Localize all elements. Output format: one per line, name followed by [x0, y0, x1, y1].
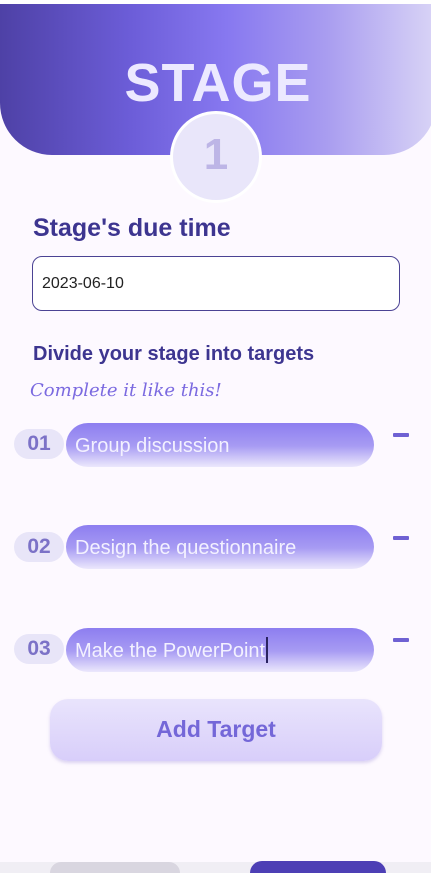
- target-input-text-wrap: Make the PowerPoint: [75, 636, 269, 663]
- stage-screen: STAGE 1 Stage's due time 2023-06-10 Divi…: [0, 0, 436, 873]
- minus-icon[interactable]: [393, 536, 409, 540]
- target-input[interactable]: Group discussion: [66, 423, 374, 467]
- minus-icon[interactable]: [393, 638, 409, 642]
- screen-edge: [431, 4, 436, 873]
- page-title: STAGE: [124, 53, 312, 113]
- target-number-badge: 03: [14, 634, 64, 664]
- target-number-badge: 02: [14, 532, 64, 562]
- due-time-label: Stage's due time: [33, 214, 231, 242]
- targets-section-label: Divide your stage into targets: [33, 343, 315, 365]
- target-input-text: Make the PowerPoint: [75, 640, 266, 662]
- target-input[interactable]: Design the questionnaire: [66, 525, 374, 569]
- target-input-text: Group discussion: [75, 435, 230, 457]
- stage-number: 1: [203, 130, 229, 179]
- targets-hint: Complete it like this!: [30, 380, 222, 401]
- target-number-badge: 01: [14, 429, 64, 459]
- target-input-text: Design the questionnaire: [75, 537, 297, 559]
- add-target-button[interactable]: Add Target: [50, 699, 382, 761]
- due-date-field[interactable]: 2023-06-10: [32, 256, 400, 311]
- text-caret: [266, 636, 269, 663]
- target-input[interactable]: Make the PowerPoint: [66, 628, 374, 672]
- add-target-label: Add Target: [156, 716, 276, 742]
- minus-icon[interactable]: [393, 433, 409, 437]
- next-button[interactable]: [250, 861, 386, 873]
- due-date-value: 2023-06-10: [42, 275, 124, 292]
- back-button[interactable]: [50, 862, 180, 873]
